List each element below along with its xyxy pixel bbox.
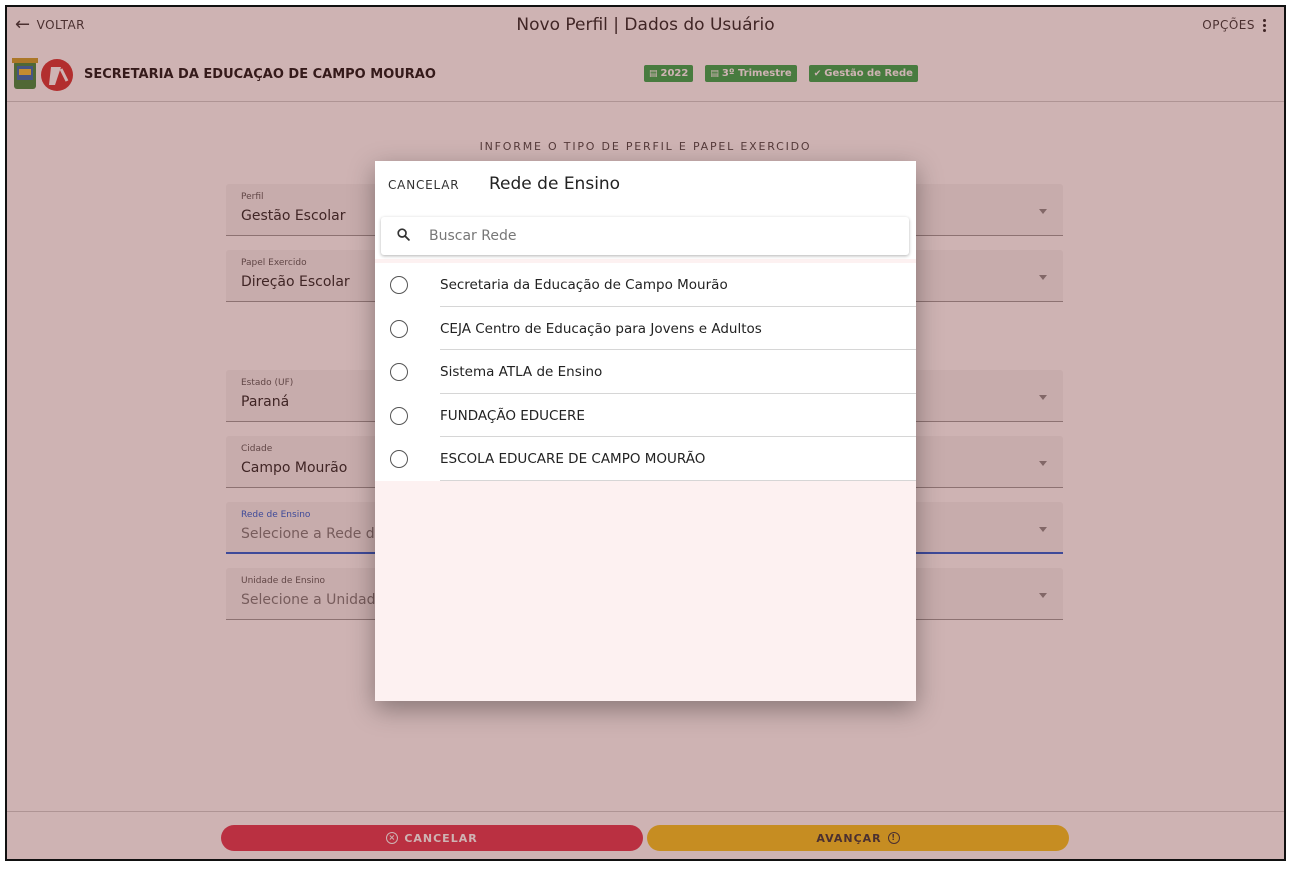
divider [440,479,916,481]
option-label: FUNDAÇÃO EDUCERE [440,407,585,424]
radio-button[interactable] [390,406,408,425]
radio-button[interactable] [390,319,408,338]
list-item[interactable]: FUNDAÇÃO EDUCERE [375,393,916,437]
modal-title: Rede de Ensino [489,174,621,194]
search-input[interactable] [429,226,889,246]
app-window: ← VOLTAR Novo Perfil | Dados do Usuário … [5,5,1286,861]
radio-button[interactable] [390,450,408,468]
rede-de-ensino-modal: CANCELAR Rede de Ensino Secretaria da Ed… [375,161,916,701]
list-item[interactable]: Secretaria da Educação de Campo Mourão [375,263,916,307]
list-item[interactable]: ESCOLA EDUCARE DE CAMPO MOURÃO [375,437,916,481]
options-list: Secretaria da Educação de Campo Mourão C… [375,263,916,481]
radio-button[interactable] [390,363,408,381]
search-icon [397,228,410,241]
option-label: Sistema ATLA de Ensino [440,364,603,380]
modal-cancel-button[interactable]: CANCELAR [388,178,459,192]
modal-header: CANCELAR Rede de Ensino [375,161,916,259]
option-label: ESCOLA EDUCARE DE CAMPO MOURÃO [440,451,706,467]
option-label: Secretaria da Educação de Campo Mourão [440,277,728,293]
search-bar [381,217,909,255]
list-item[interactable]: Sistema ATLA de Ensino [375,350,916,394]
list-item[interactable]: CEJA Centro de Educação para Jovens e Ad… [375,306,916,350]
option-label: CEJA Centro de Educação para Jovens e Ad… [440,320,762,337]
radio-button[interactable] [390,276,408,294]
